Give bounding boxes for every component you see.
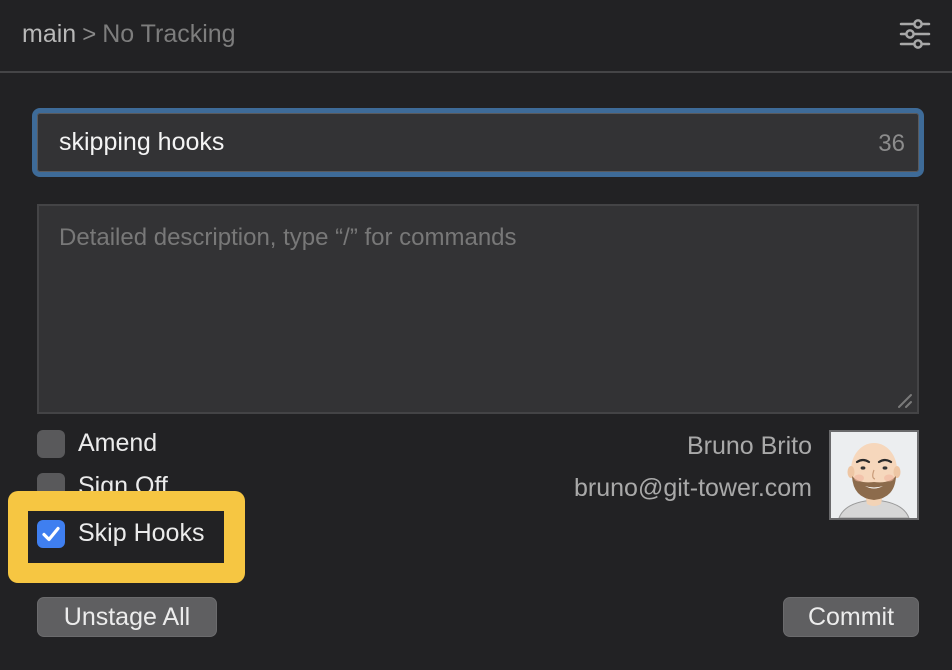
commit-header: main > No Tracking (0, 0, 952, 73)
commit-summary-input[interactable] (59, 113, 819, 172)
tracking-status: No Tracking (102, 20, 236, 48)
amend-label: Amend (78, 429, 158, 457)
unstage-all-button[interactable]: Unstage All (37, 597, 217, 637)
amend-checkbox[interactable] (37, 429, 65, 458)
avatar-caricature-icon (831, 432, 917, 518)
skip-hooks-label: Skip Hooks (78, 519, 205, 547)
branch-name[interactable]: main (22, 20, 76, 49)
breadcrumb: main > No Tracking (22, 20, 236, 49)
remaining-char-count: 36 (878, 130, 905, 157)
resize-grip-icon[interactable] (896, 393, 914, 409)
amend-option[interactable]: Amend (37, 429, 157, 458)
commit-description-field (37, 204, 919, 414)
sliders-icon (899, 19, 931, 49)
author-name: Bruno Brito (686, 432, 812, 460)
commit-button[interactable]: Commit (783, 597, 919, 637)
commit-summary-field: 36 (32, 108, 924, 177)
commit-options-button[interactable] (898, 18, 932, 50)
commit-description-input[interactable] (39, 206, 917, 412)
checkmark-icon (42, 526, 60, 541)
chevron-right-icon: > (82, 20, 97, 48)
author-email: bruno@git-tower.com (574, 474, 812, 502)
author-avatar (829, 430, 919, 520)
skip-hooks-checkbox[interactable] (37, 519, 65, 548)
skip-hooks-option[interactable]: Skip Hooks (37, 519, 204, 548)
